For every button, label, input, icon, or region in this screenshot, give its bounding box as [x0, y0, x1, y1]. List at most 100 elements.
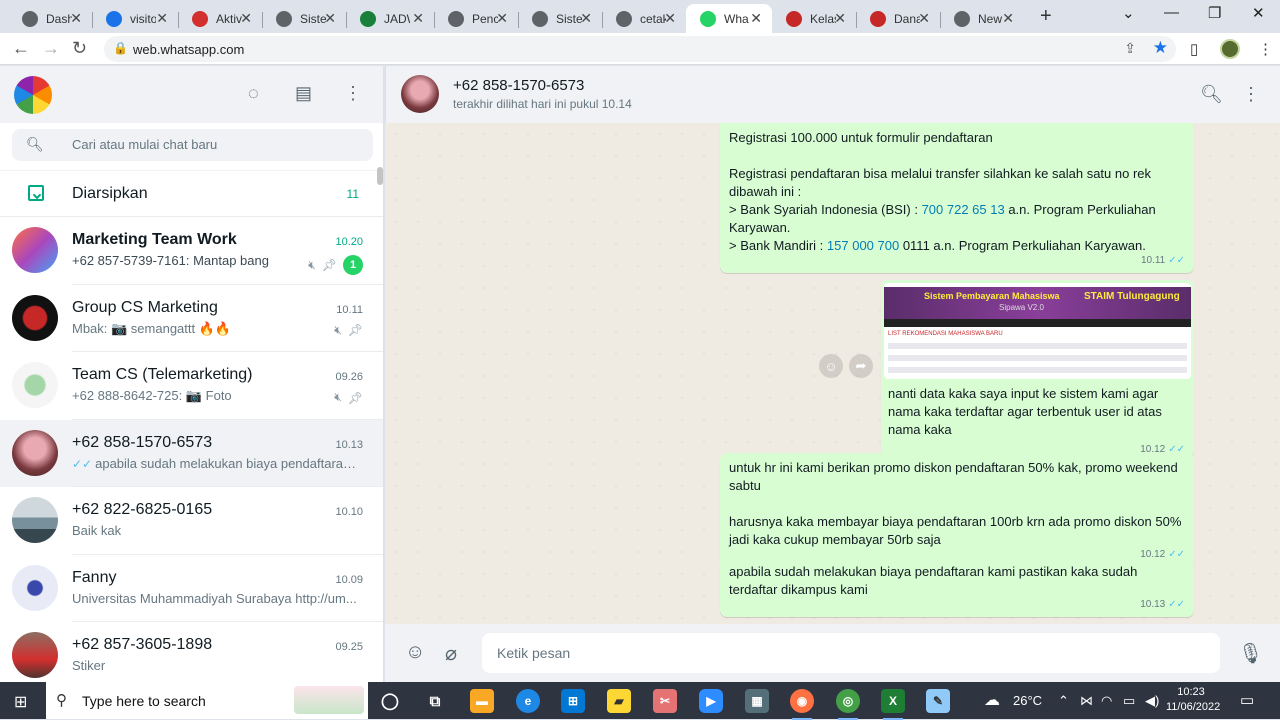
share-icon[interactable]: ⇪: [1124, 40, 1136, 57]
account-number-link[interactable]: 700 722 65 13: [922, 202, 1005, 217]
minimize-button[interactable]: —: [1164, 4, 1179, 21]
browser-tab[interactable]: Dana ✕: [856, 4, 940, 33]
muted-icon: 🔇︎: [334, 390, 342, 404]
chat-list-item[interactable]: +62 858-1570-6573 10.13 ✓✓ apabila sudah me…: [0, 419, 383, 487]
close-tab-icon[interactable]: ✕: [580, 10, 592, 27]
task-view-icon[interactable]: ◯: [378, 689, 402, 713]
address-bar[interactable]: 🔒 web.whatsapp.com ⇪ ★: [104, 36, 1176, 62]
bookmark-star-icon[interactable]: ★: [1153, 38, 1168, 58]
emoji-react-icon[interactable]: ☺: [819, 354, 843, 378]
network-icon[interactable]: ⋈: [1080, 693, 1093, 709]
close-tab-icon[interactable]: ✕: [240, 10, 252, 27]
chrome-icon[interactable]: ◎: [836, 689, 860, 720]
excel-icon[interactable]: X: [881, 689, 905, 720]
side-panel-icon[interactable]: ▯: [1190, 40, 1198, 58]
close-tab-icon[interactable]: ✕: [1002, 10, 1014, 27]
message-text: harusnya kaka membayar biaya pendaftaran…: [729, 514, 1186, 547]
conversation-menu-icon[interactable]: ⋮: [1242, 84, 1260, 105]
browser-tab[interactable]: cetak ✕: [602, 4, 686, 33]
browser-tab[interactable]: JADW✕: [346, 4, 434, 33]
screenshot-image[interactable]: Sistem Pembayaran Mahasiswa STAIM Tulung…: [884, 283, 1191, 379]
notes-app-icon[interactable]: ✎: [926, 689, 950, 713]
emoji-icon[interactable]: ☺: [405, 641, 425, 664]
browser-menu-icon[interactable]: ⋮: [1258, 40, 1273, 58]
new-tab-button[interactable]: +: [1040, 5, 1052, 28]
microphone-icon[interactable]: 🎙︎: [1238, 641, 1263, 666]
chat-list-item[interactable]: +62 822-6825-0165 10.10 Baik kak: [0, 487, 383, 555]
close-tab-icon[interactable]: ✕: [324, 10, 336, 27]
browser-tab[interactable]: New ✕: [940, 4, 1024, 33]
sidebar-scrollbar[interactable]: [377, 167, 383, 185]
close-tab-icon[interactable]: ✕: [918, 10, 930, 27]
calculator-icon[interactable]: ▦: [745, 689, 769, 713]
globe-icon: [954, 10, 970, 27]
back-icon[interactable]: ←: [12, 38, 30, 59]
sticky-notes-icon[interactable]: ▰: [607, 689, 631, 713]
attach-icon[interactable]: ⌀: [445, 641, 457, 666]
browser-tab[interactable]: Sistem✕: [262, 4, 346, 33]
chat-list-item[interactable]: Marketing Team Work 10.20 +62 857-5739-716…: [0, 217, 383, 285]
chat-item-body: Group CS Marketing 10.11 Mbak: 📷 semangatt…: [72, 285, 383, 352]
close-tab-icon[interactable]: ✕: [70, 10, 82, 27]
search-input[interactable]: 🔍︎ Cari atau mulai chat baru: [12, 129, 373, 161]
forward-icon[interactable]: ➦: [849, 354, 873, 378]
volume-icon[interactable]: ◀): [1145, 693, 1159, 709]
file-explorer-icon[interactable]: ▬: [470, 689, 494, 713]
snip-tool-icon[interactable]: ✂: [653, 689, 677, 713]
browser-tab[interactable]: Penc ✕: [434, 4, 518, 33]
browser-tab[interactable]: Wha ✕: [686, 4, 772, 33]
contact-avatar[interactable]: [401, 75, 439, 113]
browser-tab[interactable]: Dash ✕: [8, 4, 92, 33]
close-tab-icon[interactable]: ✕: [412, 10, 424, 27]
browser-tab[interactable]: Kelas✕: [772, 4, 856, 33]
close-tab-icon[interactable]: ✕: [834, 10, 846, 27]
maximize-button[interactable]: ❐: [1208, 4, 1221, 22]
message-input[interactable]: Ketik pesan: [482, 633, 1220, 673]
browser-tab[interactable]: visito ✕: [92, 4, 178, 33]
chat-list-item[interactable]: Fanny 10.09 Universitas Muhammadiyah Surab…: [0, 555, 383, 622]
zoom-icon[interactable]: ▶: [699, 689, 723, 713]
menu-icon[interactable]: ⋮: [344, 83, 362, 104]
close-tab-icon[interactable]: ✕: [750, 10, 762, 27]
temperature-text[interactable]: 26°C: [1013, 693, 1042, 708]
outgoing-message[interactable]: untuk hr ini kami berikan promo diskon p…: [720, 453, 1194, 567]
chat-list-item[interactable]: +62 857-3605-1898 09.25 Stiker: [0, 622, 383, 690]
taskbar-search-box[interactable]: ⚲ Type here to search: [46, 682, 368, 719]
windows-start-icon[interactable]: ⊞: [14, 692, 27, 712]
weather-cloud-icon[interactable]: ☁: [984, 690, 1000, 710]
battery-icon[interactable]: ▭: [1123, 693, 1135, 709]
chat-list-item[interactable]: Group CS Marketing 10.11 Mbak: 📷 semangatt…: [0, 285, 383, 352]
close-tab-icon[interactable]: ✕: [664, 10, 676, 27]
muted-icon: 🔇︎: [334, 322, 342, 337]
search-icon: ⚲: [56, 692, 67, 709]
notification-icon[interactable]: ▭: [1240, 691, 1254, 709]
status-icon[interactable]: ◌: [248, 83, 259, 104]
clock-time: 10:23: [1177, 686, 1205, 698]
conversation-header[interactable]: +62 858-1570-6573 terakhir dilihat hari …: [385, 66, 1280, 123]
close-tab-icon[interactable]: ✕: [496, 10, 508, 27]
wifi-icon[interactable]: ◠: [1101, 693, 1112, 709]
outgoing-message[interactable]: apabila sudah melakukan biaya pendaftara…: [720, 557, 1194, 617]
profile-avatar[interactable]: [1220, 39, 1240, 59]
tray-chevron-icon[interactable]: ⌃: [1058, 693, 1069, 709]
store-icon[interactable]: ⊞: [561, 689, 585, 713]
firefox-icon[interactable]: ◉: [790, 689, 814, 720]
forward-icon[interactable]: →: [42, 38, 60, 59]
search-messages-icon[interactable]: 🔍︎: [1200, 84, 1223, 105]
clock[interactable]: 10:23 11/06/2022: [1166, 685, 1220, 715]
browser-tab[interactable]: Sistem✕: [518, 4, 602, 33]
account-number-link[interactable]: 157 000 700: [827, 238, 899, 253]
browser-tab[interactable]: Aktiv ✕: [178, 4, 262, 33]
outgoing-image-message[interactable]: Sistem Pembayaran Mahasiswa STAIM Tulung…: [881, 280, 1194, 458]
close-window-button[interactable]: ✕: [1252, 4, 1265, 22]
my-avatar[interactable]: [14, 76, 52, 114]
new-chat-icon[interactable]: ▤: [295, 83, 312, 104]
archived-row[interactable]: Diarsipkan 11: [0, 171, 383, 217]
chat-list-item[interactable]: Team CS (Telemarketing) 09.26 +62 888-8642…: [0, 352, 383, 420]
outgoing-message[interactable]: Registrasi 100.000 untuk formulir pendaf…: [720, 123, 1194, 273]
reload-icon[interactable]: ↻: [72, 38, 87, 59]
widgets-icon[interactable]: ⧉: [423, 689, 447, 713]
close-tab-icon[interactable]: ✕: [156, 10, 168, 27]
tab-search-icon[interactable]: ⌄: [1122, 4, 1135, 22]
edge-icon[interactable]: e: [516, 689, 540, 713]
